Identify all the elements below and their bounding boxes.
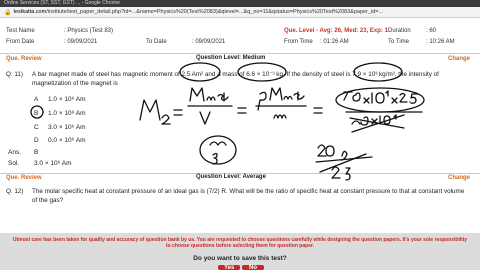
option-d-letter[interactable]: D bbox=[34, 137, 39, 144]
ink-letter-m bbox=[189, 87, 205, 102]
url-path: /institute/test_paper_detail.php?id=...&… bbox=[46, 9, 384, 15]
option-b-text: 1.0 × 10⁶ Am bbox=[48, 110, 86, 117]
circle-mark bbox=[335, 87, 425, 113]
browser-title-bar: Online Services (ST, SST, GST) ... - Goo… bbox=[0, 0, 480, 7]
ink-letter-m bbox=[273, 114, 287, 119]
q12-change-link[interactable]: Change bbox=[448, 175, 470, 181]
from-date-label: From Date bbox=[6, 39, 35, 45]
q11-review-link[interactable]: Que. Review bbox=[6, 56, 42, 62]
from-time-value: : 01:26 AM bbox=[320, 39, 349, 45]
ink-fraction-bar bbox=[315, 156, 373, 163]
q11-text-line1: A bar magnet made of steel has magnetic … bbox=[32, 71, 439, 78]
footer-notice: Utmost care has been taken for quality a… bbox=[12, 237, 468, 250]
circle-mark bbox=[199, 135, 237, 165]
ink-letter-m bbox=[139, 99, 161, 121]
q12-text-line1: The molar specific heat at constant pres… bbox=[32, 188, 465, 195]
answer-value: B bbox=[34, 149, 39, 156]
solution-value: 3.0 × 10⁶ Am bbox=[34, 160, 72, 167]
ink-subscript-2 bbox=[161, 114, 171, 125]
option-c-text: 3.0 × 10⁶ Am bbox=[48, 124, 86, 131]
q12-review-link[interactable]: Que. Review bbox=[6, 175, 42, 181]
url-text[interactable]: testkatta.com/institute/test_paper_detai… bbox=[13, 9, 480, 15]
q12-text-line2: of the gas? bbox=[32, 197, 64, 204]
ink-cancel-line bbox=[349, 117, 405, 129]
solution-label: Sol. bbox=[8, 160, 20, 167]
q12-number: Q. 12) bbox=[6, 188, 24, 195]
ink-cancel-line bbox=[351, 114, 405, 133]
lock-icon: 🔒 bbox=[4, 9, 12, 16]
url-domain: testkatta.com bbox=[13, 9, 47, 15]
ink-number bbox=[317, 144, 335, 157]
ink-net bbox=[206, 96, 216, 101]
no-button[interactable]: No bbox=[242, 265, 264, 271]
to-date-label: To Date bbox=[146, 39, 167, 45]
ink-rho bbox=[257, 91, 267, 111]
q11-text-line2: magnetization of the magnet is bbox=[32, 80, 118, 87]
option-d-text: 0.0 × 10⁶ Am bbox=[48, 137, 86, 144]
to-time-label: To Time bbox=[388, 39, 410, 45]
to-date-value: : 09/09/2021 bbox=[192, 39, 226, 45]
duration-label: Duration bbox=[388, 28, 411, 34]
browser-address-bar[interactable]: 🔒 testkatta.com/institute/test_paper_det… bbox=[0, 7, 480, 18]
answer-label: Ans. bbox=[8, 149, 22, 156]
ink-equals bbox=[173, 109, 183, 116]
from-date-value: : 09/09/2021 bbox=[64, 39, 98, 45]
q11-change-link[interactable]: Change bbox=[448, 56, 470, 62]
ink-equals bbox=[313, 107, 323, 114]
q12-level: Question Level: Average bbox=[196, 174, 266, 180]
window-title: Online Services (ST, SST, GST) ... - Goo… bbox=[4, 0, 120, 6]
to-time-value: : 10:26 AM bbox=[426, 39, 455, 45]
option-b-letter[interactable]: B bbox=[34, 110, 38, 117]
option-a-text: 1.0 × 10⁶ Am bbox=[48, 96, 86, 103]
yes-button[interactable]: Yes bbox=[218, 265, 240, 271]
ink-equals bbox=[237, 107, 247, 114]
duration-value: : 60 bbox=[426, 28, 437, 34]
save-prompt: Do you want to save this test? bbox=[193, 255, 287, 262]
q11-level: Question Level: Medium bbox=[196, 55, 266, 61]
test-name-value: : Physics (Test 83) bbox=[64, 28, 114, 34]
from-time-label: From Time bbox=[284, 39, 313, 45]
ink-denominator bbox=[351, 114, 397, 126]
option-c-letter[interactable]: C bbox=[34, 124, 39, 131]
que-level-summary: Que. Level - Avg: 26, Med: 23, Exp: 1 bbox=[284, 28, 388, 34]
test-info-panel: Test Name : Physics (Test 83) Que. Level… bbox=[0, 28, 480, 50]
test-name-label: Test Name bbox=[6, 28, 35, 34]
ink-letter-v bbox=[199, 111, 211, 125]
q11-number: Q. 11) bbox=[6, 71, 24, 78]
ink-cancel-line bbox=[319, 153, 367, 173]
option-a-letter[interactable]: A bbox=[34, 96, 38, 103]
